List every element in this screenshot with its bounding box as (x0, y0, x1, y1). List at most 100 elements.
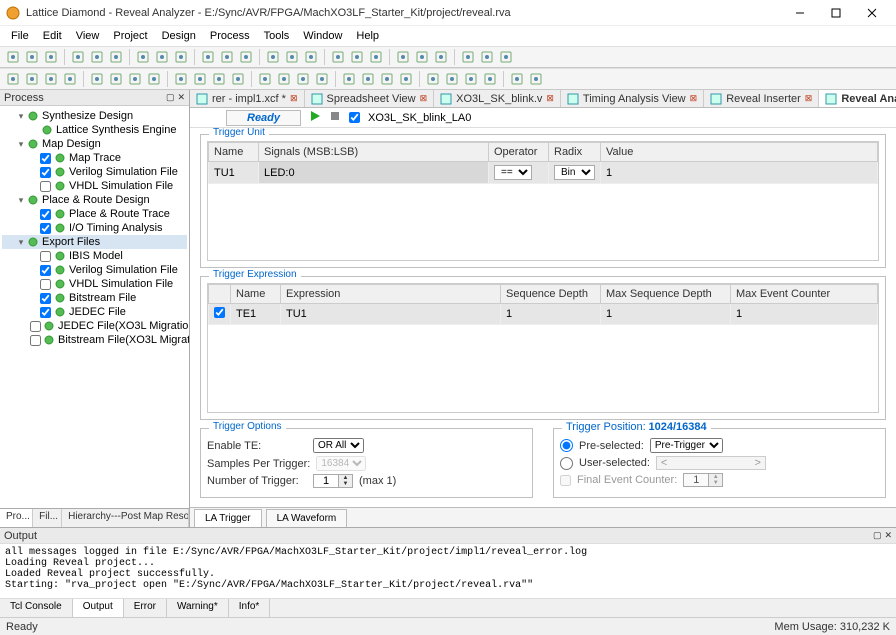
te-checkbox[interactable] (214, 307, 225, 318)
menu-file[interactable]: File (4, 28, 36, 44)
samples-per-trigger-select[interactable]: 16384 (316, 456, 366, 471)
table-header[interactable]: Radix (549, 143, 601, 162)
toolbar-button[interactable] (508, 70, 526, 88)
left-tab[interactable]: Pro... (0, 509, 33, 527)
tree-item[interactable]: ▾Synthesize Design (2, 109, 187, 123)
tree-checkbox[interactable] (40, 181, 51, 192)
document-tab[interactable]: rer - impl1.xcf *⊠ (190, 90, 305, 107)
toolbar-button[interactable] (4, 48, 22, 66)
output-tab[interactable]: Tcl Console (0, 599, 73, 617)
toolbar-button[interactable] (88, 48, 106, 66)
tree-item[interactable]: Verilog Simulation File (2, 263, 187, 277)
output-log[interactable]: all messages logged in file E:/Sync/AVR/… (0, 543, 896, 599)
left-tab[interactable]: Hierarchy---Post Map Resou... (62, 509, 189, 527)
table-header[interactable]: Name (231, 285, 281, 304)
menu-edit[interactable]: Edit (36, 28, 69, 44)
toolbar-button[interactable] (378, 70, 396, 88)
output-float-icon[interactable]: ▢ (873, 530, 882, 541)
tree-item[interactable]: VHDL Simulation File (2, 277, 187, 291)
output-tab[interactable]: Output (73, 599, 124, 617)
toolbar-button[interactable] (481, 70, 499, 88)
output-close-icon[interactable]: ✕ (884, 530, 892, 541)
preselected-radio[interactable] (560, 439, 573, 452)
tree-twist-icon[interactable]: ▾ (16, 111, 26, 122)
toolbar-button[interactable] (294, 70, 312, 88)
toolbar-button[interactable] (210, 70, 228, 88)
operator-select[interactable]: == (494, 165, 532, 180)
radix-select[interactable]: Bin (554, 165, 595, 180)
tree-checkbox[interactable] (30, 335, 41, 346)
toolbar-button[interactable] (153, 48, 171, 66)
table-header[interactable]: Value (601, 143, 878, 162)
toolbar-button[interactable] (283, 48, 301, 66)
tree-item[interactable]: I/O Timing Analysis (2, 221, 187, 235)
output-tab[interactable]: Info* (229, 599, 271, 617)
toolbar-button[interactable] (145, 70, 163, 88)
window-minimize-button[interactable] (782, 2, 818, 24)
tree-item[interactable]: Bitstream File (2, 291, 187, 305)
la-tab[interactable]: LA Trigger (194, 509, 262, 527)
toolbar-button[interactable] (359, 70, 377, 88)
toolbar-button[interactable] (88, 70, 106, 88)
toolbar-button[interactable] (107, 70, 125, 88)
tree-item[interactable]: JEDEC File(XO3L Migration) (2, 319, 187, 333)
menu-design[interactable]: Design (155, 28, 203, 44)
toolbar-button[interactable] (4, 70, 22, 88)
toolbar-button[interactable] (413, 48, 431, 66)
stop-icon[interactable] (329, 110, 341, 125)
table-header[interactable]: Signals (MSB:LSB) (259, 143, 489, 162)
toolbar-button[interactable] (134, 48, 152, 66)
toolbar-button[interactable] (432, 48, 450, 66)
tree-checkbox[interactable] (40, 209, 51, 220)
toolbar-button[interactable] (275, 70, 293, 88)
tree-item[interactable]: ▾Map Design (2, 137, 187, 151)
tree-item[interactable]: Map Trace (2, 151, 187, 165)
tree-twist-icon[interactable]: ▾ (16, 237, 26, 248)
tree-checkbox[interactable] (40, 279, 51, 290)
tree-twist-icon[interactable]: ▾ (16, 195, 26, 206)
run-icon[interactable] (309, 110, 321, 125)
toolbar-button[interactable] (126, 70, 144, 88)
tree-checkbox[interactable] (30, 321, 41, 332)
toolbar-button[interactable] (367, 48, 385, 66)
userselected-slider[interactable]: <> (656, 456, 766, 470)
toolbar-button[interactable] (394, 48, 412, 66)
toolbar-button[interactable] (329, 48, 347, 66)
tree-item[interactable]: ▾Place & Route Design (2, 193, 187, 207)
table-row[interactable]: TU1LED:0==Bin1 (209, 162, 878, 184)
toolbar-button[interactable] (459, 48, 477, 66)
tree-twist-icon[interactable]: ▾ (16, 139, 26, 150)
menu-window[interactable]: Window (296, 28, 349, 44)
tree-item[interactable]: Lattice Synthesis Engine (2, 123, 187, 137)
tree-checkbox[interactable] (40, 293, 51, 304)
close-icon[interactable]: ⊠ (805, 93, 813, 104)
output-tab[interactable]: Error (124, 599, 167, 617)
tree-item[interactable]: VHDL Simulation File (2, 179, 187, 193)
toolbar-button[interactable] (527, 70, 545, 88)
tree-checkbox[interactable] (40, 153, 51, 164)
toolbar-button[interactable] (42, 70, 60, 88)
preselected-select[interactable]: Pre-Trigger (650, 438, 723, 453)
table-header[interactable]: Name (209, 143, 259, 162)
menu-project[interactable]: Project (106, 28, 154, 44)
table-header[interactable] (209, 285, 231, 304)
number-of-trigger-spinner[interactable]: ▲▼ (313, 474, 353, 488)
toolbar-button[interactable] (191, 70, 209, 88)
toolbar-button[interactable] (302, 48, 320, 66)
table-header[interactable]: Max Event Counter (731, 285, 878, 304)
tree-checkbox[interactable] (40, 251, 51, 262)
panel-close-icon[interactable]: ✕ (177, 92, 185, 103)
close-icon[interactable]: ⊠ (546, 93, 554, 104)
process-tree[interactable]: ▾Synthesize DesignLattice Synthesis Engi… (0, 106, 189, 508)
toolbar-button[interactable] (348, 48, 366, 66)
enable-te-select[interactable]: OR All (313, 438, 364, 453)
toolbar-button[interactable] (42, 48, 60, 66)
output-tab[interactable]: Warning* (167, 599, 229, 617)
close-icon[interactable]: ⊠ (290, 93, 298, 104)
tree-checkbox[interactable] (40, 307, 51, 318)
table-header[interactable]: Sequence Depth (501, 285, 601, 304)
toolbar-button[interactable] (23, 70, 41, 88)
toolbar-button[interactable] (478, 48, 496, 66)
window-maximize-button[interactable] (818, 2, 854, 24)
tree-item[interactable]: Bitstream File(XO3L Migration) (2, 333, 187, 347)
